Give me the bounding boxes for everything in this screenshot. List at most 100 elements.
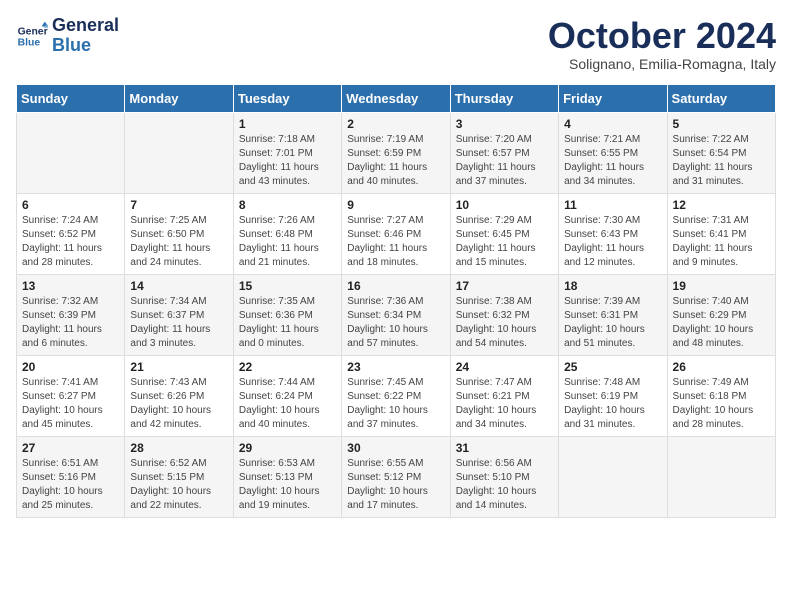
weekday-header-thursday: Thursday	[450, 84, 558, 112]
cell-info: Sunrise: 7:48 AM Sunset: 6:19 PM Dayligh…	[564, 376, 661, 432]
calendar-week-row: 1 Sunrise: 7:18 AM Sunset: 7:01 PM Daylig…	[17, 112, 776, 193]
calendar-cell: 5 Sunrise: 7:22 AM Sunset: 6:54 PM Daylig…	[667, 112, 775, 193]
calendar-cell: 20 Sunrise: 7:41 AM Sunset: 6:27 PM Dayli…	[17, 355, 125, 436]
calendar-cell: 27Sunrise: 6:51 AM Sunset: 5:16 PM Dayli…	[17, 436, 125, 517]
svg-text:Blue: Blue	[18, 37, 41, 48]
cell-info: Sunrise: 6:53 AM Sunset: 5:13 PM Dayligh…	[239, 457, 336, 513]
day-number: 14	[130, 279, 227, 293]
cell-info: Sunrise: 7:36 AM Sunset: 6:34 PM Dayligh…	[347, 295, 444, 351]
page-header: General Blue General Blue October 2024 S…	[16, 16, 776, 72]
cell-info: Sunrise: 7:19 AM Sunset: 6:59 PM Dayligh…	[347, 133, 444, 189]
day-number: 30	[347, 441, 444, 455]
day-number: 21	[130, 360, 227, 374]
calendar-cell: 16 Sunrise: 7:36 AM Sunset: 6:34 PM Dayli…	[342, 274, 450, 355]
day-number: 4	[564, 117, 661, 131]
calendar-cell: 11Sunrise: 7:30 AM Sunset: 6:43 PM Dayli…	[559, 193, 667, 274]
calendar-cell: 18 Sunrise: 7:39 AM Sunset: 6:31 PM Dayli…	[559, 274, 667, 355]
day-number: 10	[456, 198, 553, 212]
calendar-cell: 4 Sunrise: 7:21 AM Sunset: 6:55 PM Daylig…	[559, 112, 667, 193]
day-number: 25	[564, 360, 661, 374]
calendar-table: SundayMondayTuesdayWednesdayThursdayFrid…	[16, 84, 776, 518]
calendar-cell: 22Sunrise: 7:44 AM Sunset: 6:24 PM Dayli…	[233, 355, 341, 436]
cell-info: Sunrise: 7:21 AM Sunset: 6:55 PM Dayligh…	[564, 133, 661, 189]
cell-info: Sunrise: 6:55 AM Sunset: 5:12 PM Dayligh…	[347, 457, 444, 513]
day-number: 6	[22, 198, 119, 212]
cell-info: Sunrise: 7:39 AM Sunset: 6:31 PM Dayligh…	[564, 295, 661, 351]
calendar-cell	[559, 436, 667, 517]
calendar-cell: 12 Sunrise: 7:31 AM Sunset: 6:41 PM Dayli…	[667, 193, 775, 274]
cell-info: Sunrise: 7:34 AM Sunset: 6:37 PM Dayligh…	[130, 295, 227, 351]
day-number: 23	[347, 360, 444, 374]
calendar-cell: 25 Sunrise: 7:48 AM Sunset: 6:19 PM Dayli…	[559, 355, 667, 436]
svg-text:General: General	[18, 26, 48, 37]
day-number: 18	[564, 279, 661, 293]
day-number: 26	[673, 360, 770, 374]
cell-info: Sunrise: 7:30 AM Sunset: 6:43 PM Dayligh…	[564, 214, 661, 270]
day-number: 29	[239, 441, 336, 455]
logo-line1: General	[52, 16, 119, 36]
day-number: 3	[456, 117, 553, 131]
calendar-cell	[17, 112, 125, 193]
day-number: 12	[673, 198, 770, 212]
calendar-cell: 29 Sunrise: 6:53 AM Sunset: 5:13 PM Dayli…	[233, 436, 341, 517]
calendar-cell: 6 Sunrise: 7:24 AM Sunset: 6:52 PM Daylig…	[17, 193, 125, 274]
weekday-header-tuesday: Tuesday	[233, 84, 341, 112]
cell-info: Sunrise: 7:18 AM Sunset: 7:01 PM Dayligh…	[239, 133, 336, 189]
weekday-header-monday: Monday	[125, 84, 233, 112]
calendar-cell: 10 Sunrise: 7:29 AM Sunset: 6:45 PM Dayli…	[450, 193, 558, 274]
location: Solignano, Emilia-Romagna, Italy	[548, 56, 776, 72]
title-block: October 2024 Solignano, Emilia-Romagna, …	[548, 16, 776, 72]
cell-info: Sunrise: 7:22 AM Sunset: 6:54 PM Dayligh…	[673, 133, 770, 189]
day-number: 9	[347, 198, 444, 212]
day-number: 2	[347, 117, 444, 131]
calendar-cell: 8Sunrise: 7:26 AM Sunset: 6:48 PM Daylig…	[233, 193, 341, 274]
logo-text: General Blue	[52, 16, 119, 56]
calendar-cell: 13Sunrise: 7:32 AM Sunset: 6:39 PM Dayli…	[17, 274, 125, 355]
calendar-cell: 23Sunrise: 7:45 AM Sunset: 6:22 PM Dayli…	[342, 355, 450, 436]
day-number: 1	[239, 117, 336, 131]
cell-info: Sunrise: 7:27 AM Sunset: 6:46 PM Dayligh…	[347, 214, 444, 270]
cell-info: Sunrise: 7:24 AM Sunset: 6:52 PM Dayligh…	[22, 214, 119, 270]
calendar-cell: 14 Sunrise: 7:34 AM Sunset: 6:37 PM Dayli…	[125, 274, 233, 355]
cell-info: Sunrise: 7:31 AM Sunset: 6:41 PM Dayligh…	[673, 214, 770, 270]
calendar-cell: 3Sunrise: 7:20 AM Sunset: 6:57 PM Daylig…	[450, 112, 558, 193]
weekday-header-friday: Friday	[559, 84, 667, 112]
calendar-week-row: 6 Sunrise: 7:24 AM Sunset: 6:52 PM Daylig…	[17, 193, 776, 274]
cell-info: Sunrise: 7:49 AM Sunset: 6:18 PM Dayligh…	[673, 376, 770, 432]
cell-info: Sunrise: 7:43 AM Sunset: 6:26 PM Dayligh…	[130, 376, 227, 432]
calendar-week-row: 13Sunrise: 7:32 AM Sunset: 6:39 PM Dayli…	[17, 274, 776, 355]
weekday-header-wednesday: Wednesday	[342, 84, 450, 112]
cell-info: Sunrise: 7:40 AM Sunset: 6:29 PM Dayligh…	[673, 295, 770, 351]
calendar-cell: 30 Sunrise: 6:55 AM Sunset: 5:12 PM Dayli…	[342, 436, 450, 517]
calendar-cell: 9 Sunrise: 7:27 AM Sunset: 6:46 PM Daylig…	[342, 193, 450, 274]
calendar-cell	[125, 112, 233, 193]
day-number: 5	[673, 117, 770, 131]
calendar-cell: 2 Sunrise: 7:19 AM Sunset: 6:59 PM Daylig…	[342, 112, 450, 193]
cell-info: Sunrise: 7:25 AM Sunset: 6:50 PM Dayligh…	[130, 214, 227, 270]
calendar-cell	[667, 436, 775, 517]
cell-info: Sunrise: 7:29 AM Sunset: 6:45 PM Dayligh…	[456, 214, 553, 270]
logo-icon: General Blue	[16, 20, 48, 52]
day-number: 19	[673, 279, 770, 293]
day-number: 16	[347, 279, 444, 293]
day-number: 20	[22, 360, 119, 374]
cell-info: Sunrise: 6:52 AM Sunset: 5:15 PM Dayligh…	[130, 457, 227, 513]
cell-info: Sunrise: 7:41 AM Sunset: 6:27 PM Dayligh…	[22, 376, 119, 432]
day-number: 13	[22, 279, 119, 293]
day-number: 8	[239, 198, 336, 212]
day-number: 15	[239, 279, 336, 293]
cell-info: Sunrise: 6:51 AM Sunset: 5:16 PM Dayligh…	[22, 457, 119, 513]
weekday-header-saturday: Saturday	[667, 84, 775, 112]
calendar-cell: 19 Sunrise: 7:40 AM Sunset: 6:29 PM Dayli…	[667, 274, 775, 355]
calendar-cell: 24Sunrise: 7:47 AM Sunset: 6:21 PM Dayli…	[450, 355, 558, 436]
calendar-cell: 7Sunrise: 7:25 AM Sunset: 6:50 PM Daylig…	[125, 193, 233, 274]
cell-info: Sunrise: 7:35 AM Sunset: 6:36 PM Dayligh…	[239, 295, 336, 351]
day-number: 28	[130, 441, 227, 455]
calendar-cell: 1 Sunrise: 7:18 AM Sunset: 7:01 PM Daylig…	[233, 112, 341, 193]
logo-line2: Blue	[52, 36, 119, 56]
cell-info: Sunrise: 7:47 AM Sunset: 6:21 PM Dayligh…	[456, 376, 553, 432]
day-number: 17	[456, 279, 553, 293]
calendar-cell: 17 Sunrise: 7:38 AM Sunset: 6:32 PM Dayli…	[450, 274, 558, 355]
month-title: October 2024	[548, 16, 776, 56]
cell-info: Sunrise: 7:38 AM Sunset: 6:32 PM Dayligh…	[456, 295, 553, 351]
